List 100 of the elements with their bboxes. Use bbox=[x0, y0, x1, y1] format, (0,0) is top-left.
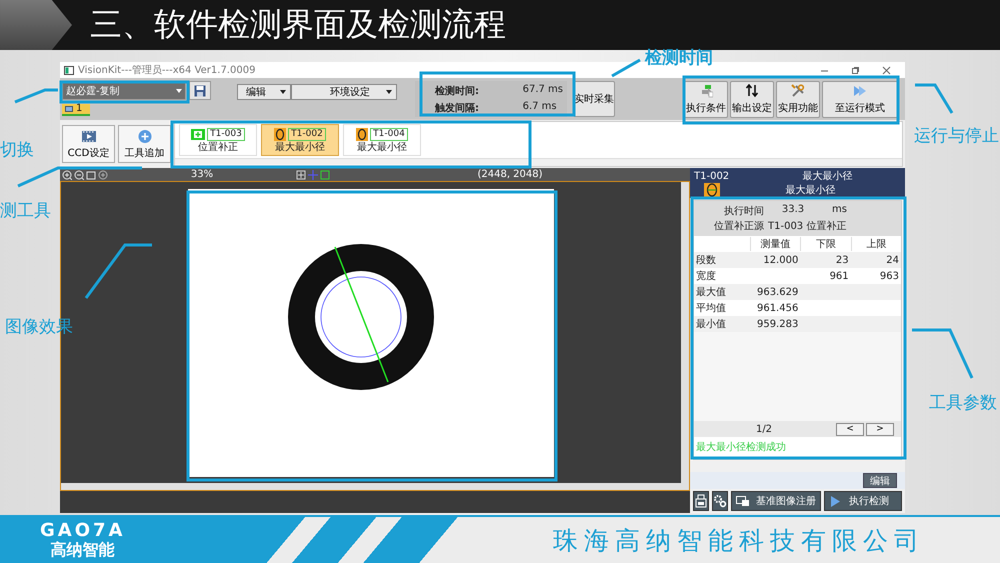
leader-line bbox=[912, 328, 974, 379]
table-cell-text: 963 bbox=[878, 270, 900, 282]
leader-line bbox=[84, 244, 152, 299]
monitor-icon bbox=[736, 494, 750, 508]
logo-text: GAO7A bbox=[40, 521, 126, 542]
callout-label: 切换 bbox=[0, 140, 34, 160]
tool-name: 位置补正 bbox=[198, 142, 238, 152]
utilities-button[interactable]: 实用功能 bbox=[776, 81, 820, 118]
exec-time-label: 执行时间 bbox=[723, 204, 765, 218]
tool-card[interactable]: T1-002 最大最小径 bbox=[261, 124, 339, 156]
menu-dropdown[interactable]: 环境设定 bbox=[291, 84, 397, 100]
zoom-in-icon[interactable] bbox=[62, 170, 72, 180]
close-icon[interactable] bbox=[882, 66, 891, 74]
plus-square-icon bbox=[191, 128, 206, 140]
callout-label: 工具参数 bbox=[929, 393, 997, 413]
tool-id: T1-003 bbox=[207, 128, 245, 140]
table-cell-text: 959.283 bbox=[756, 318, 800, 330]
tool-name: 最大最小径 bbox=[275, 142, 325, 152]
timing-label: 检测时间: bbox=[435, 84, 480, 98]
move-icon[interactable] bbox=[296, 170, 306, 180]
menu-dropdown[interactable]: 编辑 bbox=[237, 84, 291, 100]
tool-card[interactable]: T1-004 最大最小径 bbox=[343, 124, 421, 156]
tool-id: T1-004 bbox=[370, 128, 408, 140]
tool-name: 最大最小径 bbox=[357, 142, 407, 152]
previous-button[interactable]: < bbox=[836, 422, 864, 436]
scrollbar[interactable] bbox=[175, 158, 902, 166]
edit-button[interactable]: 编辑 bbox=[863, 473, 897, 488]
table-cell-text: 最小值 bbox=[695, 318, 727, 331]
printer-button[interactable] bbox=[693, 491, 709, 511]
source-label: 位置补正源 bbox=[713, 220, 765, 233]
status-message: 最大最小径检测成功 bbox=[695, 440, 787, 455]
exec-time-unit: ms bbox=[831, 204, 848, 217]
caret-icon bbox=[176, 88, 182, 92]
grid-zoom-icon[interactable] bbox=[98, 170, 108, 180]
column-header: 上限 bbox=[850, 237, 901, 251]
register-image-button[interactable]: 基准图像注册 bbox=[731, 491, 821, 511]
sort-arrows-icon bbox=[745, 84, 759, 98]
caret-icon bbox=[386, 90, 392, 94]
conditions-button[interactable]: 执行条件 bbox=[684, 81, 728, 118]
tool-id: T1-002 bbox=[288, 128, 326, 140]
table-cell-text: 961.456 bbox=[756, 302, 800, 314]
table-cell-text: 宽度 bbox=[695, 270, 717, 283]
table-cell-text: 段数 bbox=[695, 254, 717, 267]
film-icon bbox=[80, 128, 96, 144]
source-value: T1-003 位置补正 bbox=[768, 220, 848, 233]
leader-line bbox=[915, 84, 954, 114]
ellipse-icon bbox=[274, 128, 286, 140]
tab-icon bbox=[65, 106, 73, 112]
restore-icon[interactable] bbox=[851, 66, 860, 74]
window-title: VisionKit---管理员---x64 Ver1.7.0009 bbox=[78, 64, 256, 77]
tool-card[interactable]: T1-003 位置补正 bbox=[179, 124, 257, 156]
square-icon[interactable] bbox=[320, 170, 330, 180]
scrollbar[interactable] bbox=[681, 182, 689, 490]
save-icon bbox=[194, 84, 206, 96]
callout-label: 检测时间 bbox=[645, 48, 713, 68]
plus-circle-icon bbox=[136, 128, 152, 144]
slide-title: 三、软件检测界面及检测流程 bbox=[90, 4, 506, 45]
table-cell-text: 平均值 bbox=[695, 302, 727, 315]
exec-time-value: 33.3 bbox=[780, 204, 806, 217]
chevron-shape bbox=[0, 0, 72, 50]
table-cell-text: 12.000 bbox=[762, 254, 800, 266]
settings-button[interactable] bbox=[712, 491, 728, 511]
leader-line bbox=[611, 58, 641, 78]
ccd-settings-button[interactable]: CCD设定 bbox=[62, 125, 115, 163]
image-size: (2448, 2048) bbox=[476, 169, 544, 180]
table-cell-text: 最大值 bbox=[695, 286, 727, 299]
table-cell-text: 24 bbox=[885, 254, 900, 266]
tool-title: 最大最小径 bbox=[802, 170, 854, 183]
logo-subtitle: 高纳智能 bbox=[50, 541, 115, 559]
arrow-icon bbox=[699, 84, 713, 98]
zoom-level: 33% bbox=[190, 169, 214, 180]
timing-label: 触发间隔: bbox=[435, 102, 480, 114]
add-tool-button[interactable]: 工具追加 bbox=[118, 125, 171, 163]
table-cell-text: 961 bbox=[828, 270, 850, 282]
scrollbar[interactable] bbox=[61, 483, 681, 490]
tools-icon bbox=[791, 84, 805, 98]
run-mode-button[interactable]: 至运行模式 bbox=[822, 81, 898, 118]
output-settings-button[interactable]: 输出设定 bbox=[730, 81, 774, 118]
fit-icon[interactable] bbox=[86, 170, 96, 180]
next-button[interactable]: > bbox=[866, 422, 894, 436]
callout-label: 运行与停止 bbox=[914, 126, 999, 146]
gears-icon bbox=[713, 494, 727, 508]
page-tab[interactable]: 1 bbox=[62, 104, 90, 116]
timing-value: 6.7 ms bbox=[522, 100, 558, 114]
app-icon bbox=[64, 66, 74, 74]
table-cell-text: 23 bbox=[834, 254, 850, 266]
leader-line bbox=[14, 88, 58, 104]
play-icon bbox=[853, 84, 867, 98]
save-button[interactable] bbox=[189, 81, 211, 100]
run-inspection-button[interactable]: 执行检测 bbox=[824, 491, 902, 511]
column-header: 测量值 bbox=[750, 237, 800, 251]
table-cell-text: 963.629 bbox=[756, 286, 800, 298]
timing-value: 67.7 ms bbox=[522, 84, 563, 96]
tab-label: 1 bbox=[76, 104, 82, 114]
callout-label: 测工具 bbox=[0, 201, 51, 221]
caret-icon bbox=[280, 90, 286, 94]
zoom-out-icon[interactable] bbox=[74, 170, 84, 180]
printer-icon bbox=[695, 494, 707, 508]
ellipse-icon bbox=[704, 183, 720, 197]
company-name: 珠海高纳智能科技有限公司 bbox=[553, 524, 925, 556]
